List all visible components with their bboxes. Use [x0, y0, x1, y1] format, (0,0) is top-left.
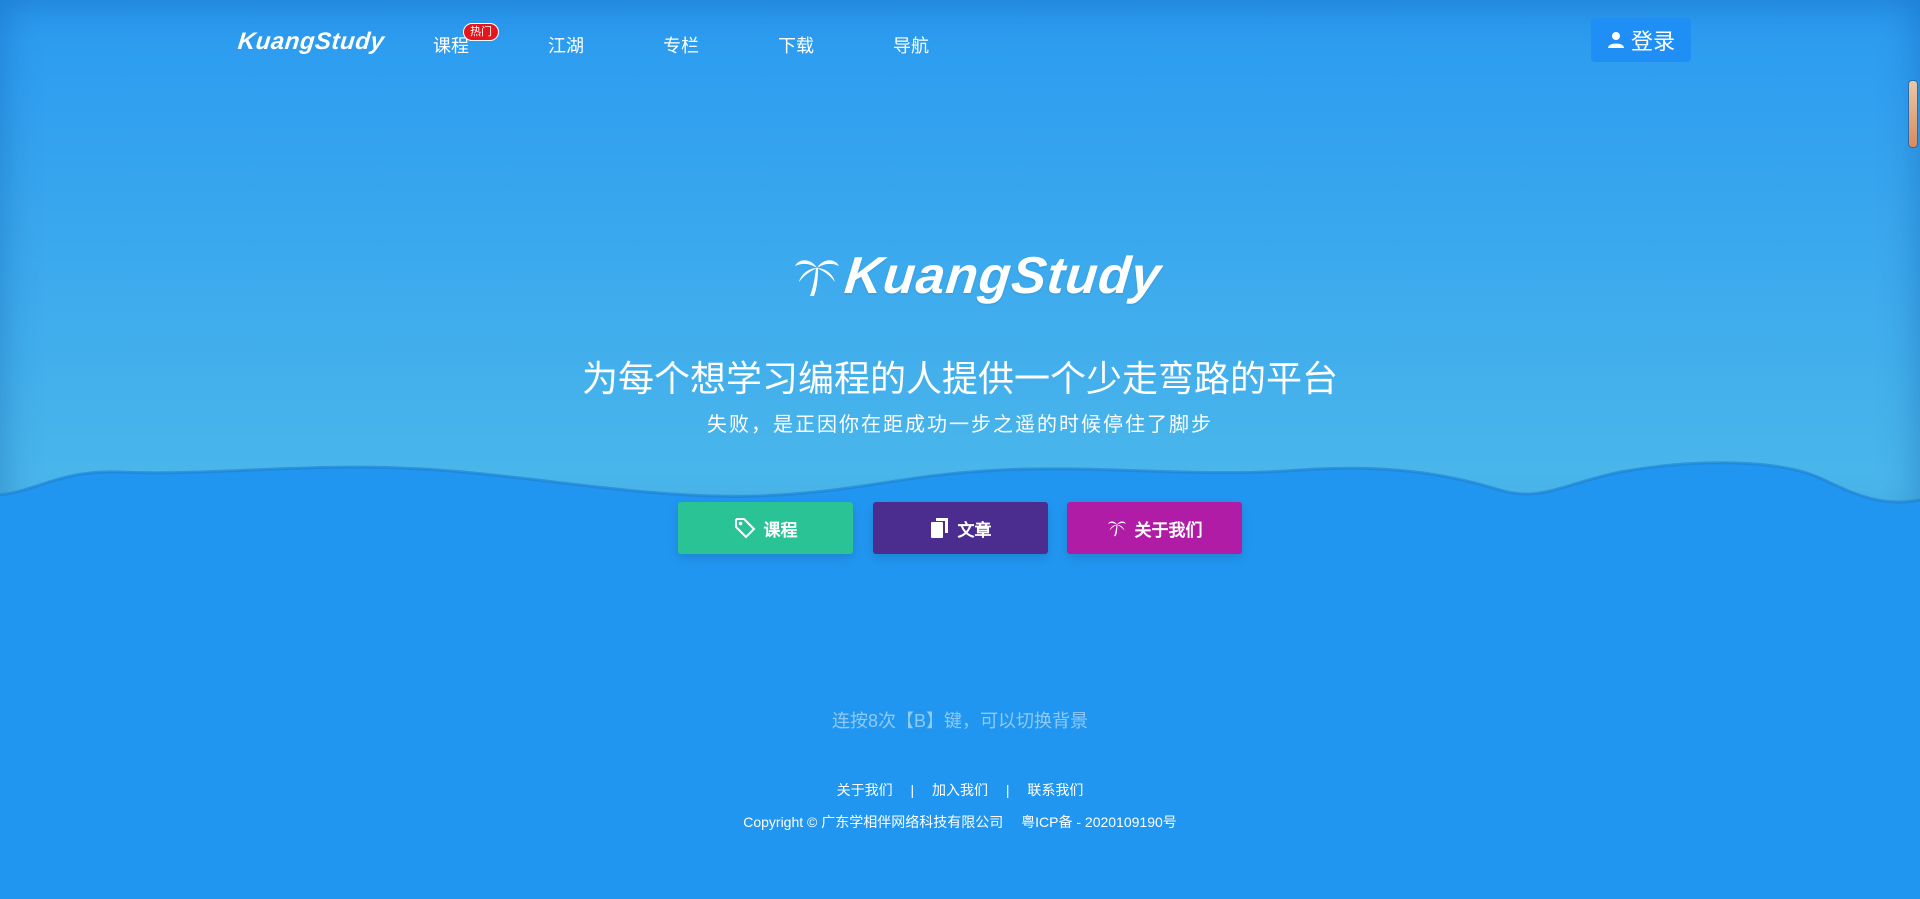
nav-item-columns[interactable]: 专栏: [663, 32, 699, 58]
login-label: 登录: [1630, 29, 1675, 54]
footer-link-contact[interactable]: 联系我们: [1027, 782, 1083, 798]
top-nav: KuangStudy 课程 热门 江湖 专栏 下载 导航 登录: [0, 0, 1920, 86]
nav-item-navigation[interactable]: 导航: [893, 32, 929, 58]
hero-title: 为每个想学习编程的人提供一个少走弯路的平台: [581, 358, 1338, 399]
brand-logo[interactable]: KuangStudy: [237, 28, 386, 56]
footer-copyright: Copyright © 广东学相伴网络科技有限公司 粤ICP备 - 202010…: [0, 812, 1920, 832]
hot-badge: 热门: [463, 23, 499, 41]
footer-separator: |: [910, 782, 915, 798]
copy-icon: [930, 518, 948, 538]
palm-tree-icon: [795, 260, 839, 296]
course-button[interactable]: 课程: [678, 502, 853, 554]
about-button[interactable]: 关于我们: [1067, 502, 1242, 554]
article-button[interactable]: 文章: [873, 502, 1048, 554]
background-switch-hint: 连按8次【B】键，可以切换背景: [831, 711, 1088, 731]
icp-license-link[interactable]: 粤ICP备 - 2020109190号: [1021, 814, 1177, 830]
article-button-label: 文章: [957, 520, 992, 540]
hero-logo-text: KuangStudy: [841, 247, 1165, 305]
user-icon: [1607, 32, 1624, 48]
footer-link-join[interactable]: 加入我们: [932, 782, 988, 798]
about-button-label: 关于我们: [1134, 520, 1203, 540]
nav-item-jianghu[interactable]: 江湖: [548, 32, 584, 58]
footer-link-about[interactable]: 关于我们: [837, 782, 893, 798]
footer-separator: |: [1005, 782, 1010, 798]
footer-links: 关于我们 | 加入我们 | 联系我们: [0, 780, 1920, 800]
login-button[interactable]: 登录: [1591, 18, 1691, 62]
nav-item-download[interactable]: 下载: [778, 32, 814, 58]
copyright-text: Copyright © 广东学相伴网络科技有限公司: [743, 814, 1004, 830]
hero-subtitle: 失败，是正因你在距成功一步之遥的时候停住了脚步: [707, 412, 1213, 436]
scrollbar-thumb[interactable]: [1908, 80, 1918, 148]
course-button-label: 课程: [763, 520, 798, 540]
palm-tree-icon: [1107, 521, 1126, 537]
hero-logo: KuangStudy: [793, 246, 1164, 306]
tag-icon: [734, 518, 755, 539]
